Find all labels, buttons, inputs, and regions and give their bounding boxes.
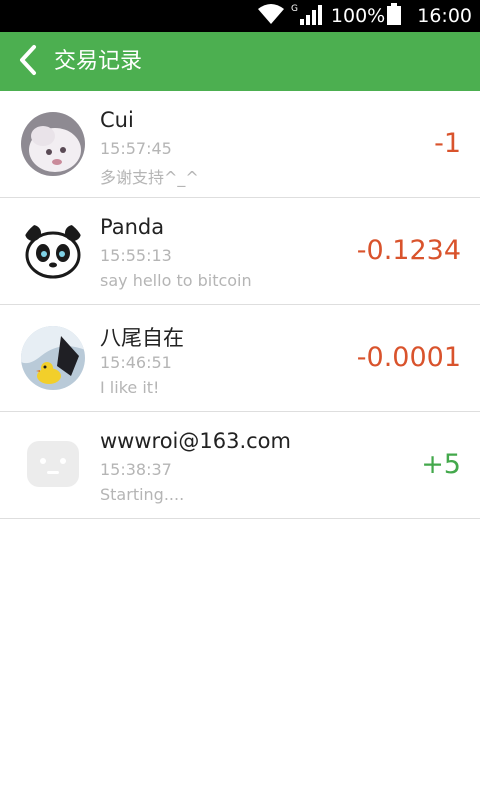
transaction-row[interactable]: wwwroi@163.com 15:38:37 Starting.... +5 [0, 412, 480, 519]
transaction-row[interactable]: Panda 15:55:13 say hello to bitcoin -0.1… [0, 198, 480, 305]
avatar-duck-image [21, 326, 85, 390]
avatar [21, 433, 85, 497]
status-time: 16:00 [417, 5, 472, 27]
transaction-message: 多谢支持^_^ [100, 168, 199, 187]
status-bar: G 100% 16:00 [0, 0, 480, 32]
transaction-time: 15:55:13 [100, 246, 172, 265]
sender-name: Cui [100, 108, 134, 132]
chevron-left-icon [18, 44, 38, 80]
transaction-message: say hello to bitcoin [100, 271, 252, 290]
avatar [21, 219, 85, 283]
transaction-amount: -1 [434, 128, 461, 159]
transaction-time: 15:57:45 [100, 139, 172, 158]
sender-name: 八尾自在 [100, 326, 184, 350]
transaction-amount: -0.0001 [356, 342, 461, 373]
transaction-row[interactable]: 八尾自在 15:46:51 I like it! -0.0001 [0, 305, 480, 412]
wifi-icon [257, 3, 285, 29]
default-avatar-icon [21, 433, 85, 497]
sender-name: wwwroi@163.com [100, 429, 291, 453]
avatar [21, 112, 85, 176]
transaction-message: Starting.... [100, 485, 185, 504]
app-bar: 交易记录 [0, 32, 480, 91]
battery-percent: 100% [330, 5, 386, 27]
transaction-row[interactable]: Cui 15:57:45 多谢支持^_^ -1 [0, 91, 480, 198]
signal-icon: G [291, 2, 325, 30]
battery-icon [387, 3, 402, 29]
transaction-time: 15:46:51 [100, 353, 172, 372]
network-type-label: G [291, 4, 298, 14]
transaction-list: Cui 15:57:45 多谢支持^_^ -1 Panda 15:55:13 s… [0, 91, 480, 519]
sender-name: Panda [100, 215, 165, 239]
back-button[interactable] [8, 38, 48, 86]
avatar-puppy-image [21, 112, 85, 176]
transaction-message: I like it! [100, 378, 160, 397]
transaction-amount: -0.1234 [356, 235, 461, 266]
avatar [21, 326, 85, 390]
transaction-time: 15:38:37 [100, 460, 172, 479]
page-title: 交易记录 [54, 49, 143, 74]
avatar-panda-image [21, 219, 85, 283]
transaction-amount: +5 [421, 449, 461, 480]
status-icons: G 100% 16:00 [257, 0, 472, 32]
